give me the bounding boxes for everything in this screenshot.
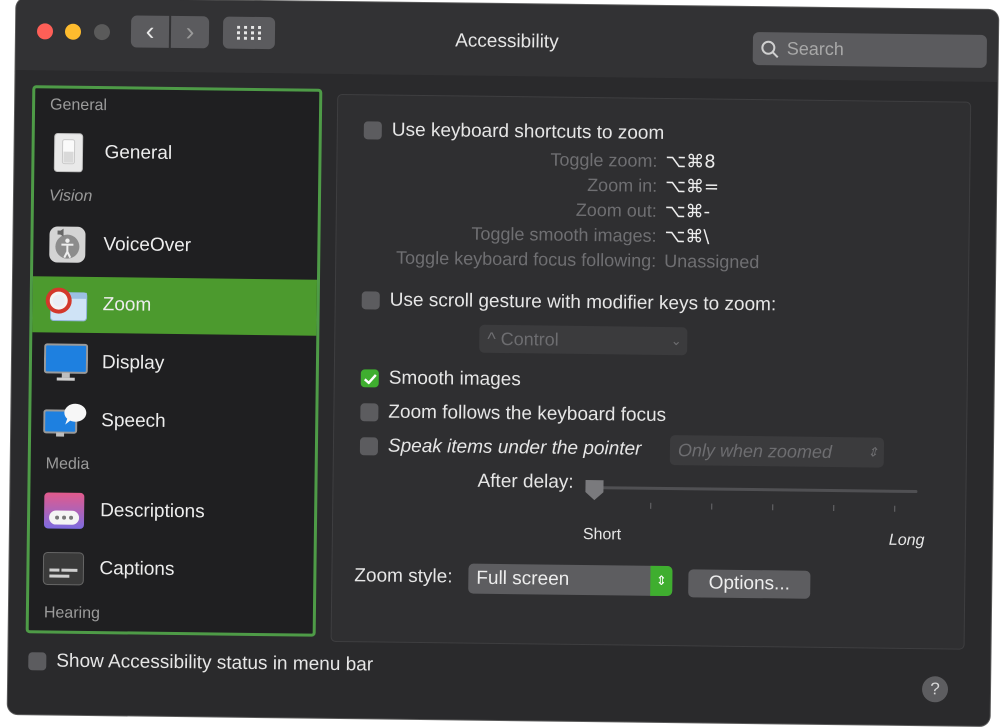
descriptions-icon <box>42 488 87 533</box>
up-down-arrows-icon: ⇕ <box>650 565 673 597</box>
follow-focus-checkbox[interactable] <box>360 403 379 422</box>
sidebar-item-label: Speech <box>101 410 166 432</box>
follow-focus-label: Zoom follows the keyboard focus <box>388 401 667 426</box>
shortcut-labels: Toggle zoom: Zoom in: Zoom out: Toggle s… <box>362 147 658 281</box>
modifier-key-value: ^ Control <box>487 328 559 350</box>
chevron-down-icon: ⌄ <box>670 333 682 349</box>
switch-icon <box>46 130 91 175</box>
smooth-images-row[interactable]: Smooth images <box>360 367 521 391</box>
keyboard-shortcuts-label: Use keyboard shortcuts to zoom <box>391 119 665 144</box>
scroll-gesture-checkbox[interactable] <box>361 291 380 310</box>
zoom-style-value: Full screen <box>476 567 570 590</box>
sidebar-item-zoom[interactable]: Zoom <box>32 276 317 336</box>
shortcut-label: Toggle smooth images: <box>471 223 657 246</box>
help-button[interactable]: ? <box>921 676 949 703</box>
status-menu-checkbox[interactable] <box>28 652 47 671</box>
delay-slider[interactable] <box>585 480 918 524</box>
sidebar-item-label: Zoom <box>102 294 152 316</box>
modifier-key-popup[interactable]: ^ Control ⌄ <box>479 324 688 356</box>
speak-items-label: Speak items under the pointer <box>387 435 642 460</box>
section-vision: Vision <box>48 187 93 205</box>
scroll-gesture-label: Use scroll gesture with modifier keys to… <box>389 289 777 316</box>
search-field[interactable]: Search <box>752 32 988 68</box>
keyboard-shortcuts-checkbox[interactable] <box>363 121 382 140</box>
status-menu-row[interactable]: Show Accessibility status in menu bar <box>28 650 373 676</box>
sidebar-item-label: Display <box>101 352 165 374</box>
zoom-style-label: Zoom style: <box>354 565 453 588</box>
smooth-images-checkbox[interactable] <box>360 369 379 388</box>
display-icon <box>43 340 89 385</box>
shortcut-keys: Unassigned <box>664 250 760 273</box>
speak-items-checkbox[interactable] <box>359 437 379 456</box>
after-delay-label: After delay: <box>477 470 574 493</box>
sidebar-item-descriptions[interactable]: Descriptions <box>30 482 315 541</box>
sidebar-item-speech[interactable]: Speech <box>31 392 316 451</box>
follow-focus-row[interactable]: Zoom follows the keyboard focus <box>360 401 666 427</box>
shortcut-label: Toggle zoom: <box>550 149 658 171</box>
sidebar-item-display[interactable]: Display <box>32 334 317 393</box>
section-hearing: Hearing <box>43 604 101 623</box>
section-general: General <box>50 96 108 115</box>
title-bar: ‹ › Accessibility Search <box>15 0 999 83</box>
speak-items-mode-popup[interactable]: Only when zoomed ⇕ <box>669 435 885 468</box>
sidebar-item-general[interactable]: General <box>34 124 319 183</box>
zoom-settings-panel: Use keyboard shortcuts to zoom Toggle zo… <box>330 93 972 650</box>
shortcut-keys: ⌥⌘= <box>665 175 720 198</box>
smooth-images-label: Smooth images <box>388 367 521 391</box>
slider-max-label: Long <box>888 531 925 550</box>
keyboard-shortcuts-row[interactable]: Use keyboard shortcuts to zoom <box>363 119 665 145</box>
slider-tick <box>894 505 896 512</box>
checkmark-icon <box>363 373 377 384</box>
options-button[interactable]: Options... <box>688 569 811 599</box>
zoom-icon <box>44 282 89 327</box>
sidebar-item-label: VoiceOver <box>103 234 192 257</box>
sidebar-item-voiceover[interactable]: VoiceOver <box>33 216 318 275</box>
slider-tick <box>772 504 774 511</box>
speak-items-mode-value: Only when zoomed <box>677 439 833 462</box>
speak-items-row[interactable]: Speak items under the pointer <box>359 435 642 460</box>
voiceover-icon <box>45 222 90 267</box>
sidebar: General General Vision VoiceOver Zoom Di… <box>25 85 323 637</box>
sidebar-item-label: General <box>104 142 173 164</box>
shortcut-label: Toggle keyboard focus following: <box>395 247 657 271</box>
search-placeholder: Search <box>786 38 845 60</box>
slider-track <box>589 486 918 494</box>
shortcut-keys: ⌥⌘8 <box>665 150 716 173</box>
captions-icon <box>41 546 86 591</box>
sidebar-item-captions[interactable]: Captions <box>29 540 314 599</box>
zoom-style-popup[interactable]: Full screen ⇕ <box>468 563 673 597</box>
scroll-gesture-row[interactable]: Use scroll gesture with modifier keys to… <box>361 289 777 316</box>
shortcut-label: Zoom out: <box>575 199 657 221</box>
shortcut-keys: ⌥⌘- <box>664 200 711 223</box>
status-menu-label: Show Accessibility status in menu bar <box>56 650 374 676</box>
search-icon <box>761 40 779 58</box>
sidebar-item-label: Captions <box>99 558 175 581</box>
slider-tick <box>650 502 652 509</box>
slider-min-label: Short <box>582 525 622 544</box>
slider-tick <box>711 503 713 510</box>
sidebar-item-label: Descriptions <box>100 500 205 523</box>
speech-icon <box>43 398 88 443</box>
slider-tick <box>833 505 835 512</box>
slider-thumb[interactable] <box>583 478 605 502</box>
preferences-window: ‹ › Accessibility Search General General… <box>7 0 999 726</box>
section-media: Media <box>45 455 90 473</box>
shortcut-keys: ⌥⌘\ <box>664 225 710 248</box>
shortcut-label: Zoom in: <box>587 175 658 196</box>
up-down-arrows-icon: ⇕ <box>867 444 879 460</box>
